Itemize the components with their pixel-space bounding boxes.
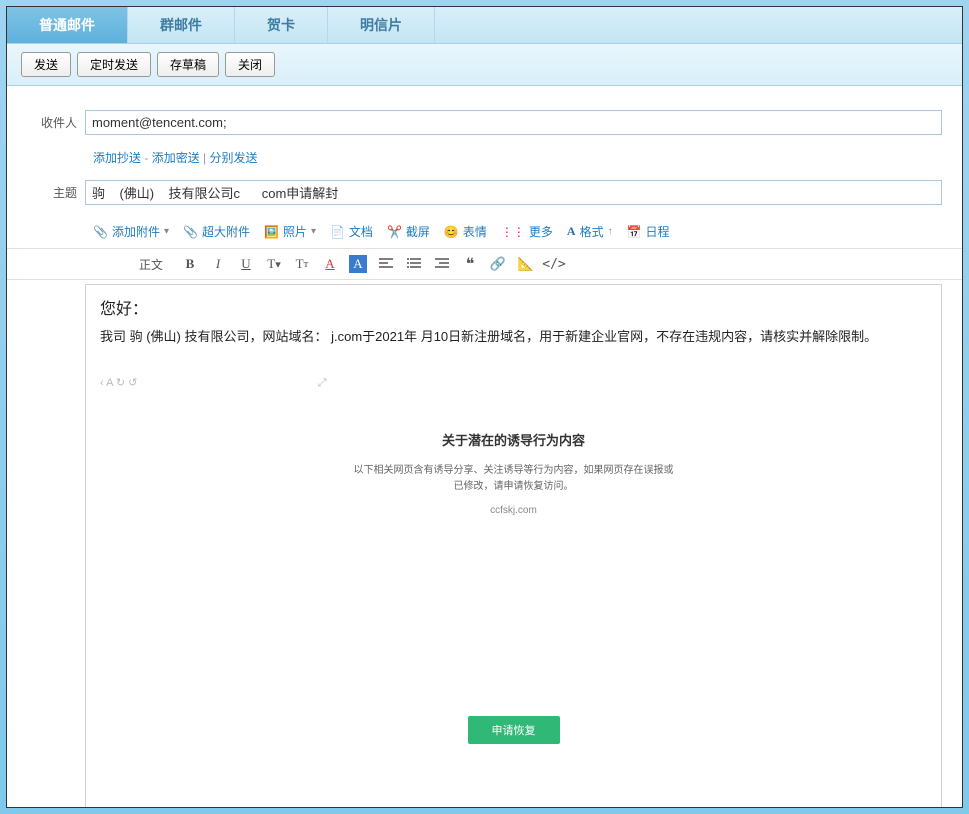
- link-button[interactable]: 🔗: [489, 255, 507, 273]
- apply-restore-button[interactable]: 申请恢复: [468, 716, 560, 744]
- body-line-1: 我司 驹 (佛山) 技有限公司，网站域名： j.com于2021年 月10日新注…: [100, 325, 927, 348]
- format-toolbar: 正文 B I U T▾ Tт A A ❝ 🔗 📐 </>: [7, 249, 962, 280]
- font-family-button[interactable]: Tт: [293, 255, 311, 273]
- cc-link-row: 添加抄送 - 添加密送 | 分别发送: [7, 145, 962, 176]
- compose-content: 收件人 添加抄送 - 添加密送 | 分别发送 主题 📎 添加附件 ▾ 📎 超大附…: [7, 86, 962, 807]
- photo-icon: 🖼️: [264, 225, 279, 239]
- paperclip-icon: 📎: [93, 225, 108, 239]
- add-cc-link[interactable]: 添加抄送: [93, 151, 141, 165]
- chevron-down-icon: ▾: [311, 226, 316, 237]
- editor-toolbar-faint: ‹ A ↻ ↺ ⤢: [100, 376, 927, 390]
- list-button[interactable]: [405, 255, 423, 273]
- font-color-button[interactable]: A: [321, 255, 339, 273]
- tab-postcard[interactable]: 明信片: [328, 7, 435, 43]
- underline-button[interactable]: U: [237, 255, 255, 273]
- document-link[interactable]: 📄 文档: [330, 223, 373, 240]
- send-separately-link[interactable]: 分别发送: [210, 151, 258, 165]
- more-icon: ⋮⋮: [501, 225, 525, 239]
- greeting-text: 您好：: [100, 295, 927, 319]
- chevron-down-icon: ▾: [164, 226, 169, 237]
- tab-greeting-card[interactable]: 贺卡: [235, 7, 328, 43]
- recipient-label: 收件人: [7, 114, 85, 131]
- bold-button[interactable]: B: [181, 255, 199, 273]
- embed-title: 关于潜在的诱导行为内容: [354, 430, 674, 449]
- embedded-notice: 关于潜在的诱导行为内容 以下相关网页含有诱导分享、关注诱导等行为内容，如果网页存…: [354, 430, 674, 744]
- more-link[interactable]: ⋮⋮ 更多: [501, 223, 553, 240]
- format-icon: A: [567, 224, 576, 239]
- close-button[interactable]: 关闭: [225, 52, 275, 77]
- emoji-icon: 😊: [444, 225, 459, 239]
- recipient-input[interactable]: [85, 110, 942, 135]
- italic-button[interactable]: I: [209, 255, 227, 273]
- save-draft-button[interactable]: 存草稿: [157, 52, 219, 77]
- highlight-button[interactable]: A: [349, 255, 367, 273]
- tab-bar: 普通邮件 群邮件 贺卡 明信片: [7, 7, 962, 44]
- document-icon: 📄: [330, 225, 345, 239]
- button-bar: 发送 定时发送 存草稿 关闭: [7, 44, 962, 86]
- embed-domain: ccfskj.com: [354, 505, 674, 516]
- emoji-link[interactable]: 😊 表情: [444, 223, 487, 240]
- subject-label: 主题: [7, 184, 85, 201]
- body-editor[interactable]: 您好： 我司 驹 (佛山) 技有限公司，网站域名： j.com于2021年 月1…: [85, 284, 942, 807]
- format-link[interactable]: A 格式 ↑: [567, 223, 613, 240]
- send-button[interactable]: 发送: [21, 52, 71, 77]
- quote-button[interactable]: ❝: [461, 255, 479, 273]
- paperclip-icon: 📎: [183, 225, 198, 239]
- tab-group-mail[interactable]: 群邮件: [128, 7, 235, 43]
- add-bcc-link[interactable]: 添加密送: [152, 151, 200, 165]
- big-attachment-link[interactable]: 📎 超大附件: [183, 223, 250, 240]
- compose-window: 普通邮件 群邮件 贺卡 明信片 发送 定时发送 存草稿 关闭 收件人 添加抄送 …: [6, 6, 963, 808]
- tab-normal-mail[interactable]: 普通邮件: [7, 7, 128, 43]
- align-left-button[interactable]: [377, 255, 395, 273]
- calendar-icon: 📅: [627, 225, 642, 239]
- body-label: 正文: [93, 256, 171, 273]
- embed-text: 以下相关网页含有诱导分享、关注诱导等行为内容，如果网页存在误报或已修改，请申请恢…: [354, 463, 674, 495]
- screenshot-icon: ✂️: [387, 225, 402, 239]
- subject-input[interactable]: [85, 180, 942, 205]
- attachment-bar: 📎 添加附件 ▾ 📎 超大附件 🖼️ 照片 ▾ 📄 文档 ✂️ 截屏: [7, 215, 962, 249]
- photo-link[interactable]: 🖼️ 照片 ▾: [264, 223, 316, 240]
- add-attachment-link[interactable]: 📎 添加附件 ▾: [93, 223, 169, 240]
- format-arrow-icon: ↑: [608, 226, 613, 237]
- format-painter-button[interactable]: 📐: [517, 255, 535, 273]
- schedule-link[interactable]: 📅 日程: [627, 223, 670, 240]
- code-button[interactable]: </>: [545, 255, 563, 273]
- font-size-button[interactable]: T▾: [265, 255, 283, 273]
- schedule-send-button[interactable]: 定时发送: [77, 52, 151, 77]
- screenshot-link[interactable]: ✂️ 截屏: [387, 223, 430, 240]
- indent-button[interactable]: [433, 255, 451, 273]
